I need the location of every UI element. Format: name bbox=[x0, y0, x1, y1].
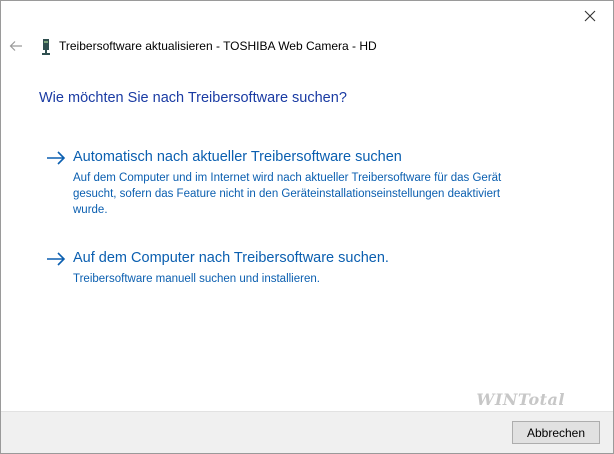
webcam-device-icon bbox=[42, 39, 50, 55]
back-arrow-icon bbox=[9, 41, 22, 51]
close-button[interactable] bbox=[567, 1, 613, 31]
dialog-footer: Abbrechen bbox=[1, 411, 613, 453]
window-title: Treibersoftware aktualisieren - TOSHIBA … bbox=[59, 39, 377, 53]
option-description: Treibersoftware manuell suchen und insta… bbox=[73, 273, 320, 285]
driver-update-dialog: Treibersoftware aktualisieren - TOSHIBA … bbox=[0, 0, 614, 454]
cancel-button[interactable]: Abbrechen bbox=[512, 421, 600, 444]
option-search-automatically[interactable]: Automatisch nach aktueller Treibersoftwa… bbox=[45, 149, 515, 216]
arrow-right-icon bbox=[47, 252, 66, 266]
arrow-right-icon bbox=[47, 151, 66, 165]
back-button[interactable] bbox=[5, 35, 27, 57]
dialog-header: Treibersoftware aktualisieren - TOSHIBA … bbox=[1, 31, 613, 63]
watermark: WINTotal bbox=[476, 390, 565, 409]
option-title: Automatisch nach aktueller Treibersoftwa… bbox=[73, 149, 402, 165]
close-icon bbox=[584, 10, 596, 22]
option-browse-computer[interactable]: Auf dem Computer nach Treibersoftware su… bbox=[45, 250, 515, 290]
option-title: Auf dem Computer nach Treibersoftware su… bbox=[73, 250, 389, 266]
option-description: Auf dem Computer und im Internet wird na… bbox=[73, 172, 502, 216]
page-heading: Wie möchten Sie nach Treibersoftware suc… bbox=[39, 90, 347, 106]
